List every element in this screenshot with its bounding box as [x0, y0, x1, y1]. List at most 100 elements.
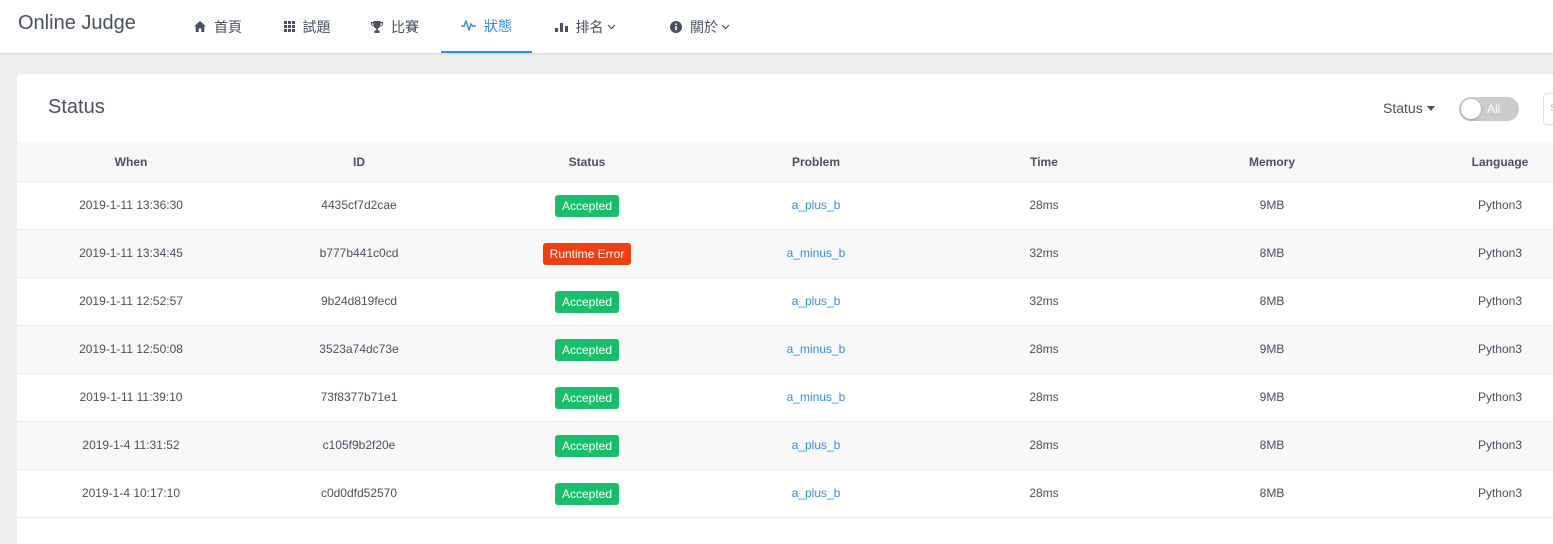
cell-time: 28ms: [1029, 198, 1059, 212]
table-row: 2019-1-11 12:50:08 3523a74dc73e Accepted a_…: [17, 326, 1553, 374]
home-icon: [194, 21, 206, 32]
nav-item-rank[interactable]: 排名: [540, 0, 630, 53]
status-filter-label: Status: [1383, 100, 1423, 116]
status-badge: Accepted: [554, 194, 620, 217]
cell-when: 2019-1-11 11:39:10: [79, 390, 183, 404]
cell-language: Python3: [1477, 438, 1523, 452]
cell-language: Python3: [1477, 390, 1523, 404]
table-row: 2019-1-11 12:52:57 9b24d819fecd Accepted a_…: [17, 278, 1553, 326]
column-header-when: When: [114, 155, 148, 169]
trophy-icon: [371, 20, 383, 33]
site-logo[interactable]: Online Judge: [18, 12, 136, 35]
toggle-knob: [1461, 99, 1481, 119]
cell-language: Python3: [1477, 342, 1523, 356]
cell-when: 2019-1-11 13:36:30: [79, 198, 183, 212]
nav-item-home[interactable]: 首頁: [183, 0, 253, 53]
nav-item-label: 排名: [575, 18, 604, 35]
column-header-language: Language: [1471, 155, 1529, 169]
caret-down-icon: [1426, 105, 1435, 111]
cell-submission-id[interactable]: 9b24d819fecd: [245, 278, 473, 325]
cell-when: 2019-1-11 12:50:08: [79, 342, 183, 356]
pulse-icon: [461, 20, 476, 31]
nav-item-label: 首頁: [214, 18, 242, 35]
cell-status: Runtime Error: [473, 230, 701, 277]
cell-memory: 8MB: [1259, 294, 1285, 308]
cell-time: 32ms: [1029, 246, 1059, 260]
cell-language: Python3: [1477, 246, 1523, 260]
bar-chart-icon: [554, 22, 568, 32]
cell-submission-id[interactable]: c105f9b2f20e: [245, 422, 473, 469]
status-filter-dropdown[interactable]: Status: [1383, 100, 1435, 116]
cell-language: Python3: [1477, 294, 1523, 308]
nav-item-label: 狀態: [484, 17, 512, 34]
status-badge: Accepted: [554, 434, 620, 457]
table-row: 2019-1-4 10:17:10 c0d0dfd52570 Accepted a_p…: [17, 470, 1553, 518]
table-row: 2019-1-11 13:36:30 4435cf7d2cae Accepted a_…: [17, 182, 1553, 230]
cell-problem: a_plus_b: [701, 470, 931, 517]
cell-submission-id[interactable]: c0d0dfd52570: [245, 470, 473, 517]
nav-item-label: 關於: [690, 18, 718, 35]
nav-item-label: 比賽: [391, 18, 419, 35]
cell-when: 2019-1-11 12:52:57: [79, 294, 183, 308]
problem-link[interactable]: a_plus_b: [792, 294, 841, 308]
cell-when: 2019-1-11 13:34:45: [79, 246, 183, 260]
cell-status: Accepted: [473, 470, 701, 517]
cell-memory: 9MB: [1259, 390, 1285, 404]
cell-memory: 8MB: [1259, 246, 1285, 260]
cell-submission-id[interactable]: 4435cf7d2cae: [245, 182, 473, 229]
cell-status: Accepted: [473, 278, 701, 325]
cell-problem: a_minus_b: [701, 230, 931, 277]
cell-submission-id[interactable]: 3523a74dc73e: [245, 326, 473, 373]
mine-all-toggle[interactable]: All: [1459, 97, 1519, 121]
cell-when: 2019-1-4 10:17:10: [81, 486, 181, 500]
cell-status: Accepted: [473, 182, 701, 229]
nav-item-about[interactable]: 關於: [655, 0, 745, 53]
toggle-label: All: [1487, 102, 1501, 116]
cell-problem: a_plus_b: [701, 278, 931, 325]
cell-when: 2019-1-4 11:31:52: [82, 438, 180, 452]
cell-memory: 8MB: [1259, 438, 1285, 452]
nav-item-label: 試題: [302, 18, 331, 35]
nav-item-status[interactable]: 狀態: [441, 0, 532, 53]
cell-status: Accepted: [473, 374, 701, 421]
cell-problem: a_minus_b: [701, 326, 931, 373]
cell-time: 28ms: [1029, 342, 1059, 356]
table-header: When ID Status Problem Time Memory Langu…: [17, 142, 1553, 182]
cell-memory: 9MB: [1259, 342, 1285, 356]
cell-status: Accepted: [473, 422, 701, 469]
problem-link[interactable]: a_plus_b: [792, 438, 841, 452]
problem-link[interactable]: a_plus_b: [792, 198, 841, 212]
cell-language: Python3: [1477, 486, 1523, 500]
problem-link[interactable]: a_minus_b: [787, 246, 846, 260]
nav-item-problems[interactable]: 試題: [272, 0, 342, 53]
nav-item-contests[interactable]: 比賽: [360, 0, 430, 53]
page-title: Status: [48, 96, 105, 118]
column-header-memory: Memory: [1248, 155, 1295, 169]
info-icon: [670, 20, 682, 33]
status-panel: Status Status All S When ID Status Probl…: [17, 74, 1553, 544]
table-row: 2019-1-11 13:34:45 b777b441c0cd Runtime Er…: [17, 230, 1553, 278]
chevron-down-icon: [607, 24, 616, 30]
status-badge: Runtime Error: [542, 242, 632, 265]
top-navbar: Online Judge 首頁 試題 比賽 狀態 排名 關於: [0, 0, 1553, 53]
search-input[interactable]: S: [1543, 93, 1553, 125]
column-header-id: ID: [353, 155, 365, 169]
cell-time: 32ms: [1029, 294, 1059, 308]
column-header-time: Time: [1030, 155, 1058, 169]
cell-time: 28ms: [1029, 438, 1059, 452]
cell-memory: 9MB: [1259, 198, 1285, 212]
problem-link[interactable]: a_minus_b: [787, 390, 846, 404]
problem-link[interactable]: a_plus_b: [792, 486, 841, 500]
table-row: 2019-1-4 11:31:52 c105f9b2f20e Accepted a_p…: [17, 422, 1553, 470]
cell-submission-id[interactable]: b777b441c0cd: [245, 230, 473, 277]
cell-submission-id[interactable]: 73f8377b71e1: [245, 374, 473, 421]
status-badge: Accepted: [554, 338, 620, 361]
cell-time: 28ms: [1029, 486, 1059, 500]
column-header-problem: Problem: [791, 155, 840, 169]
cell-time: 28ms: [1029, 390, 1059, 404]
problem-link[interactable]: a_minus_b: [787, 342, 846, 356]
cell-problem: a_minus_b: [701, 374, 931, 421]
status-badge: Accepted: [554, 386, 620, 409]
cell-problem: a_plus_b: [701, 422, 931, 469]
cell-memory: 8MB: [1259, 486, 1285, 500]
